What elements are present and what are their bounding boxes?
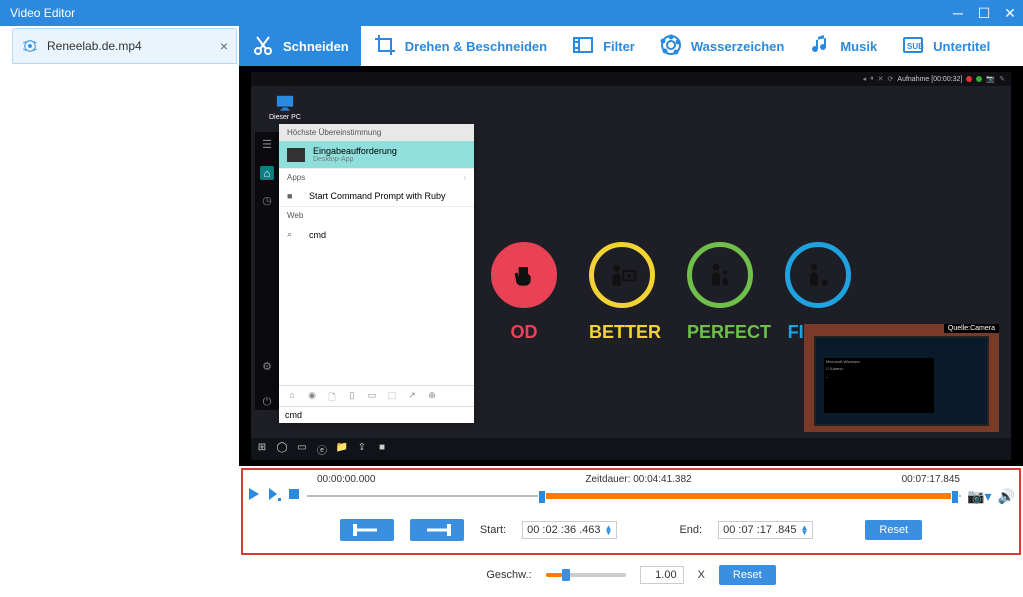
tool-rotate-label: Drehen & Beschneiden xyxy=(405,39,547,54)
play-range-button[interactable] xyxy=(267,487,281,506)
time-end-label: 00:07:17.845 xyxy=(902,474,960,485)
volume-button[interactable]: 🔊 xyxy=(998,488,1015,505)
spinner-icon[interactable]: ▲▼ xyxy=(801,525,809,535)
preview-taskbar: ⊞◯▭ⓔ📁⇪■ xyxy=(251,438,1011,460)
time-duration: Zeitdauer: 00:04:41.382 xyxy=(585,474,691,485)
clock-icon: ◷ xyxy=(260,194,274,208)
svg-text:SUB: SUB xyxy=(907,42,924,51)
file-tab-close[interactable]: × xyxy=(220,38,228,54)
snapshot-button[interactable]: 📷▾ xyxy=(967,488,991,505)
desktop-pc-icon: Dieser PC xyxy=(269,94,301,121)
watermark-icon xyxy=(659,33,683,60)
stop-button[interactable] xyxy=(287,487,301,506)
circle-person-cat xyxy=(785,242,851,308)
tool-watermark-label: Wasserzeichen xyxy=(691,39,784,54)
search-panel: Höchste Übereinstimmung Eingabeaufforder… xyxy=(279,124,474,423)
circle-hand xyxy=(491,242,557,308)
rec-label: Aufnahme [00:00:32] xyxy=(897,76,962,83)
tool-watermark[interactable]: Wasserzeichen xyxy=(647,26,796,66)
slider-thumb[interactable] xyxy=(562,569,570,581)
cmd-icon xyxy=(287,148,305,162)
set-start-button[interactable] xyxy=(340,519,394,541)
recorder-topbar: ◂⏸✕⟳ Aufnahme [00:00:32] 📷✎ xyxy=(251,72,1011,86)
search-input: cmd xyxy=(279,406,474,423)
home-icon: ⌂ xyxy=(260,166,274,180)
search-result-app1: ■ Start Command Prompt with Ruby xyxy=(279,186,474,206)
end-label: End: xyxy=(679,524,702,536)
toolbar: Reneelab.de.mp4 × Schneiden Drehen & Bes… xyxy=(0,26,1023,66)
search-header: Höchste Übereinstimmung xyxy=(279,124,474,141)
time-start-label: 00:00:00.000 xyxy=(317,474,375,485)
file-tab-label: Reneelab.de.mp4 xyxy=(47,39,142,53)
start-leftbar: ☰ ⌂ ◷ ⚙ ⏻ xyxy=(255,132,279,410)
timeline-track[interactable] xyxy=(307,490,961,502)
hamburger-icon: ☰ xyxy=(260,138,274,152)
start-label: Start: xyxy=(480,524,506,536)
speed-label: Geschw.: xyxy=(486,569,531,581)
speed-slider[interactable] xyxy=(546,573,626,577)
search-result-web1: ⌕ cmd xyxy=(279,224,474,245)
end-field[interactable]: 00 :07 :17 .845▲▼ xyxy=(718,521,813,539)
play-button[interactable] xyxy=(247,487,261,506)
set-end-button[interactable] xyxy=(410,519,464,541)
reset-speed-button[interactable]: Reset xyxy=(719,565,776,585)
reset-time-button[interactable]: Reset xyxy=(865,520,922,540)
search-filter-icons: ⌂◉🗋▯▭⬚↗⊕ xyxy=(279,385,474,406)
maximize-button[interactable]: ☐ xyxy=(971,0,997,26)
speed-row: Geschw.: 1.00 X Reset xyxy=(239,565,1023,585)
speed-value[interactable]: 1.00 xyxy=(640,566,684,584)
search-cat-apps: Apps› xyxy=(279,168,474,186)
spinner-icon[interactable]: ▲▼ xyxy=(605,525,613,535)
sidebar xyxy=(0,66,239,597)
file-tab[interactable]: Reneelab.de.mp4 × xyxy=(12,28,237,64)
handle-end[interactable] xyxy=(951,490,959,504)
search-cat-web: Web xyxy=(279,206,474,224)
preview-circles xyxy=(491,242,851,308)
circle-person-screen xyxy=(589,242,655,308)
subtitle-icon: SUB xyxy=(901,33,925,60)
gear-icon: ⚙ xyxy=(260,360,274,374)
tool-filter-label: Filter xyxy=(603,39,635,54)
camera-label: Quelle:Camera xyxy=(944,324,999,333)
music-icon xyxy=(808,33,832,60)
minimize-button[interactable]: ─ xyxy=(945,0,971,26)
scissors-icon xyxy=(251,33,275,60)
start-field[interactable]: 00 :02 :36 .463▲▼ xyxy=(522,521,617,539)
power-icon: ⏻ xyxy=(260,396,274,410)
app-title: Video Editor xyxy=(10,6,75,20)
circle-family xyxy=(687,242,753,308)
tool-rotate[interactable]: Drehen & Beschneiden xyxy=(361,26,559,66)
tool-cut-label: Schneiden xyxy=(283,39,349,54)
timeline-panel: 00:00:00.000 Zeitdauer: 00:04:41.382 00:… xyxy=(241,468,1021,555)
crop-icon xyxy=(373,33,397,60)
search-result-top: EingabeaufforderungDesktop-App xyxy=(279,141,474,168)
tool-filter[interactable]: Filter xyxy=(559,26,647,66)
tool-music[interactable]: Musik xyxy=(796,26,889,66)
handle-start[interactable] xyxy=(538,490,546,504)
file-icon xyxy=(21,39,39,53)
tool-subtitle-label: Untertitel xyxy=(933,39,990,54)
close-button[interactable]: ✕ xyxy=(997,0,1023,26)
camera-pip: Quelle:Camera Microsoft WindowsC:\Users>… xyxy=(804,324,999,432)
tool-cut[interactable]: Schneiden xyxy=(239,26,361,66)
tool-music-label: Musik xyxy=(840,39,877,54)
speed-suffix: X xyxy=(698,569,705,581)
video-preview: ◂⏸✕⟳ Aufnahme [00:00:32] 📷✎ Dieser PC ☰ … xyxy=(239,66,1023,466)
filter-icon xyxy=(571,33,595,60)
tool-subtitle[interactable]: SUB Untertitel xyxy=(889,26,1002,66)
titlebar: Video Editor ─ ☐ ✕ xyxy=(0,0,1023,26)
